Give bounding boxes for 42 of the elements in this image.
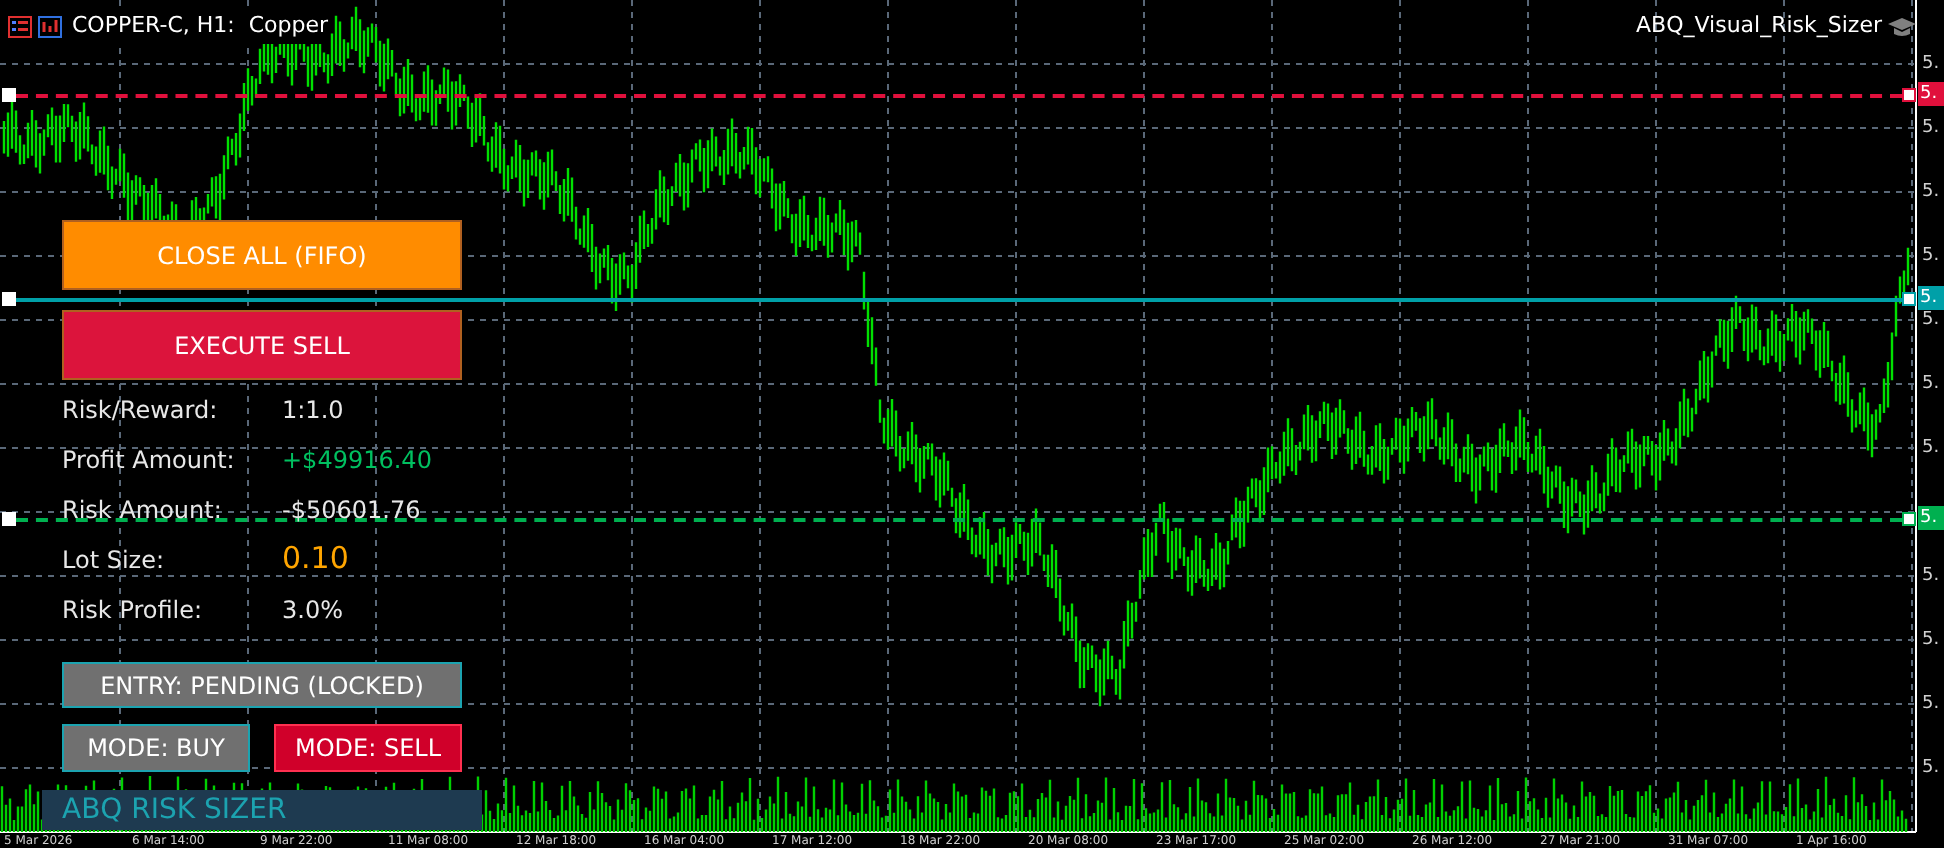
stat-label: Risk/Reward:: [62, 393, 220, 427]
price-label: 5.: [1922, 182, 1940, 202]
price-label: 5.: [1922, 374, 1940, 394]
chart-icon[interactable]: [38, 15, 62, 38]
mode-button[interactable]: MODE: BUY: [62, 724, 250, 772]
price-label: 5.: [1922, 310, 1940, 330]
price-label: 5.: [1922, 758, 1940, 778]
stat-label: Risk Profile:: [62, 593, 205, 627]
stat-value: -$50601.76: [282, 493, 421, 527]
price-level-line[interactable]: [16, 94, 1902, 98]
line-handle[interactable]: [1902, 88, 1916, 102]
price-tag: 5.: [1918, 286, 1944, 310]
indicator-name: ABQ_Visual_Risk_Sizer: [1636, 10, 1882, 42]
line-handle[interactable]: [1902, 512, 1916, 526]
price-label: 5.: [1922, 438, 1940, 458]
stat-value: +$49916.40: [282, 443, 432, 477]
stat-value: 0.10: [282, 538, 349, 581]
price-level-line[interactable]: [16, 518, 1902, 522]
price-label: 5.: [1922, 694, 1940, 714]
entry-button[interactable]: ENTRY: PENDING (LOCKED): [62, 662, 462, 708]
graduation-cap-icon: [1888, 15, 1916, 38]
line-handle[interactable]: [2, 292, 16, 306]
price-tag: 5.: [1918, 506, 1944, 530]
line-handle[interactable]: [1902, 292, 1916, 306]
brand-title: ABQ RISK SIZER: [62, 794, 287, 826]
line-handle[interactable]: [2, 88, 16, 102]
line-handle[interactable]: [2, 512, 16, 526]
stat-label: Profit Amount:: [62, 443, 237, 477]
mode-button[interactable]: MODE: SELL: [274, 724, 462, 772]
stat-label: Risk Amount:: [62, 493, 224, 527]
price-label: 5.: [1922, 118, 1940, 138]
price-tag: 5.: [1918, 82, 1944, 106]
stat-value: 3.0%: [282, 593, 343, 627]
price-label: 5.: [1922, 54, 1940, 74]
stat-value: 1:1.0: [282, 393, 344, 427]
window-title: COPPER-C, H1: Copper: [72, 10, 329, 43]
list-icon[interactable]: [8, 15, 32, 38]
stat-label: Lot Size:: [62, 543, 167, 577]
price-label: 5.: [1922, 630, 1940, 650]
price-label: 5.: [1922, 246, 1940, 266]
action-button[interactable]: EXECUTE SELL: [62, 310, 462, 380]
price-label: 5.: [1922, 566, 1940, 586]
